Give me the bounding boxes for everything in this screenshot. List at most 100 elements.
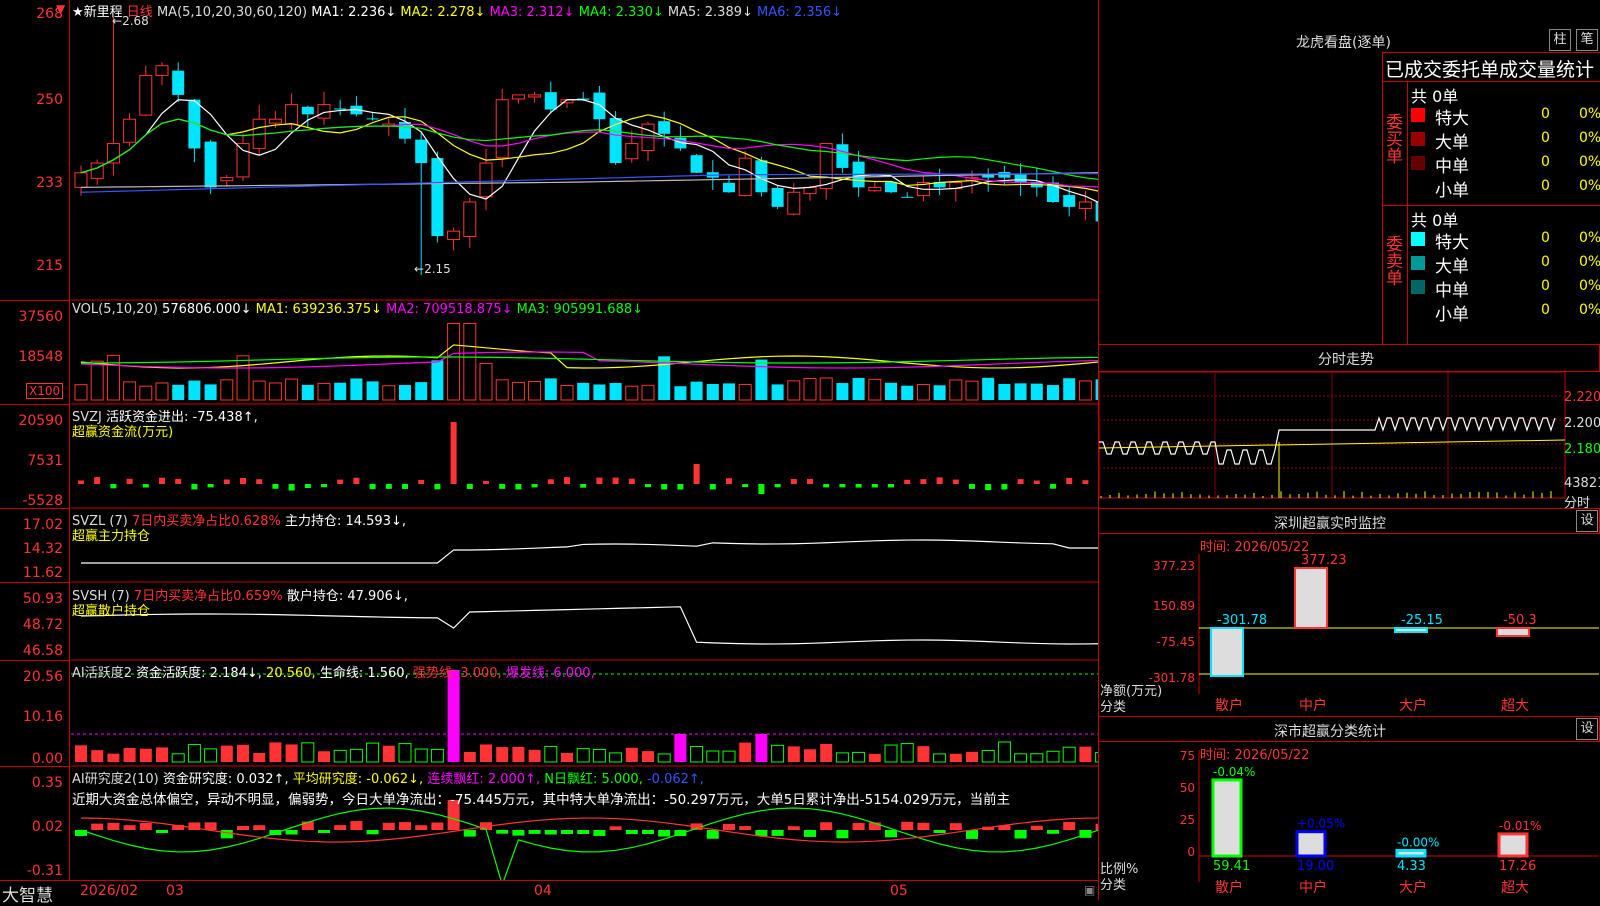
volume-bar xyxy=(447,323,461,401)
volume-bar xyxy=(188,380,201,400)
flow-bar xyxy=(855,484,862,488)
research-bar xyxy=(415,825,428,830)
research-bar xyxy=(706,830,719,839)
flow-bar xyxy=(337,479,344,484)
monitor-y-tick: -75.45 xyxy=(1156,635,1195,649)
low-marker: ←2.15 xyxy=(414,262,451,276)
flow-bar xyxy=(483,480,489,484)
buy-row-pct: 0% xyxy=(1579,154,1600,170)
candle-body xyxy=(868,186,882,192)
activity-bar xyxy=(917,746,930,762)
sell-label: 委卖单 xyxy=(1382,235,1402,286)
volume-bar xyxy=(495,379,509,401)
buy-row-name: 小单 xyxy=(1435,181,1469,201)
research-bar xyxy=(949,823,962,830)
research-line xyxy=(80,817,1098,843)
activity-bar xyxy=(835,752,849,763)
y-tick: 7531 xyxy=(27,453,63,469)
research-bar xyxy=(1047,830,1059,834)
flow-bar xyxy=(564,477,570,484)
activity-bar xyxy=(1014,753,1028,763)
volume-bar xyxy=(706,383,719,400)
activity-bar xyxy=(349,748,363,763)
candle-body xyxy=(723,182,735,193)
classify-y-tick: 75 xyxy=(1180,749,1195,763)
activity-bar xyxy=(301,742,315,763)
flow-bar xyxy=(1082,480,1089,484)
classify-header: 深市超赢分类统计 xyxy=(1098,716,1600,742)
monitor-category: 中户 xyxy=(1299,697,1327,714)
research-bar xyxy=(156,830,168,834)
research-bar xyxy=(561,830,573,834)
y-tick: 18548 xyxy=(18,349,63,365)
candle-body xyxy=(771,188,784,207)
volume-bar xyxy=(1078,380,1092,401)
expand-arrow-icon[interactable]: ▼ xyxy=(56,2,65,16)
flow-bar xyxy=(774,484,781,488)
activity-bar xyxy=(966,751,978,762)
research-bar xyxy=(787,826,800,830)
sell-row-pct: 0% xyxy=(1579,254,1600,270)
intraday-chart[interactable] xyxy=(1099,372,1600,508)
flow-bar xyxy=(952,479,959,484)
flow-bar xyxy=(742,484,749,488)
sell-row-name: 大单 xyxy=(1435,257,1469,277)
activity-bar xyxy=(269,742,282,762)
y-tick: -5528 xyxy=(22,493,63,509)
classify-bar xyxy=(1211,778,1243,858)
research-bar xyxy=(1079,830,1092,838)
activity-bar xyxy=(722,750,736,763)
activity-bar xyxy=(156,747,168,762)
classify-category: 大户 xyxy=(1399,879,1427,896)
flow-bar xyxy=(920,479,927,484)
intraday-header: 分时走势 xyxy=(1098,344,1600,372)
classify-settings-button[interactable]: 设 xyxy=(1576,718,1598,740)
research-bar xyxy=(836,830,849,839)
svzl-y-axis: 17.02 14.32 11.62 xyxy=(0,508,70,582)
activity-bar xyxy=(868,753,881,762)
candle-body xyxy=(544,92,557,110)
candle-body xyxy=(285,104,299,125)
buy-row-count: 0 xyxy=(1541,106,1550,122)
ma-line xyxy=(80,118,1098,180)
research-bar xyxy=(739,826,752,830)
ma-line xyxy=(80,99,1098,203)
research-bar xyxy=(1063,821,1076,830)
volume-bar xyxy=(577,382,590,400)
volume-bar xyxy=(511,381,525,401)
kline-chart-area[interactable] xyxy=(71,0,1098,880)
candle-body xyxy=(738,157,752,196)
monitor-settings-button[interactable]: 设 xyxy=(1576,510,1598,532)
volume-bar xyxy=(155,382,169,401)
activity-bar xyxy=(625,747,638,762)
vol-ma-line xyxy=(80,351,1098,369)
research-bar xyxy=(512,830,525,836)
volume-bar xyxy=(998,384,1011,400)
volume-bar xyxy=(803,378,817,401)
buy-swatch xyxy=(1411,132,1425,146)
vol-panel-title: VOL(5,10,20) 576806.000↓ MA1: 639236.375… xyxy=(72,302,644,317)
research-bar xyxy=(237,825,249,830)
research-bar xyxy=(885,830,897,838)
volume-bar xyxy=(415,382,428,400)
candle-body xyxy=(334,108,347,110)
high-marker: ←2.68 xyxy=(112,14,149,28)
candle-body xyxy=(625,143,639,160)
volume-bar xyxy=(1030,383,1043,400)
candle-body xyxy=(511,94,525,100)
volume-bar xyxy=(479,362,493,401)
intraday-y-tick: 2.200 xyxy=(1564,416,1600,431)
x-tick: 03 xyxy=(166,883,184,899)
tick-mode-button[interactable]: 笔 xyxy=(1576,29,1598,51)
activity-bar xyxy=(884,744,898,763)
bar-mode-button[interactable]: 柱 xyxy=(1549,29,1571,51)
volume-bar xyxy=(933,385,946,400)
retail-holding-line xyxy=(80,606,1098,645)
lock-icon[interactable]: ▣ xyxy=(1084,883,1095,897)
flow-bar xyxy=(1001,484,1008,490)
volume-bar xyxy=(285,378,299,401)
classify-cat-label: 分类 xyxy=(1100,878,1127,893)
candle-body xyxy=(803,186,817,195)
ai-research-y-axis: 0.35 0.02 -0.31 xyxy=(0,766,70,880)
candle-body xyxy=(139,74,153,116)
